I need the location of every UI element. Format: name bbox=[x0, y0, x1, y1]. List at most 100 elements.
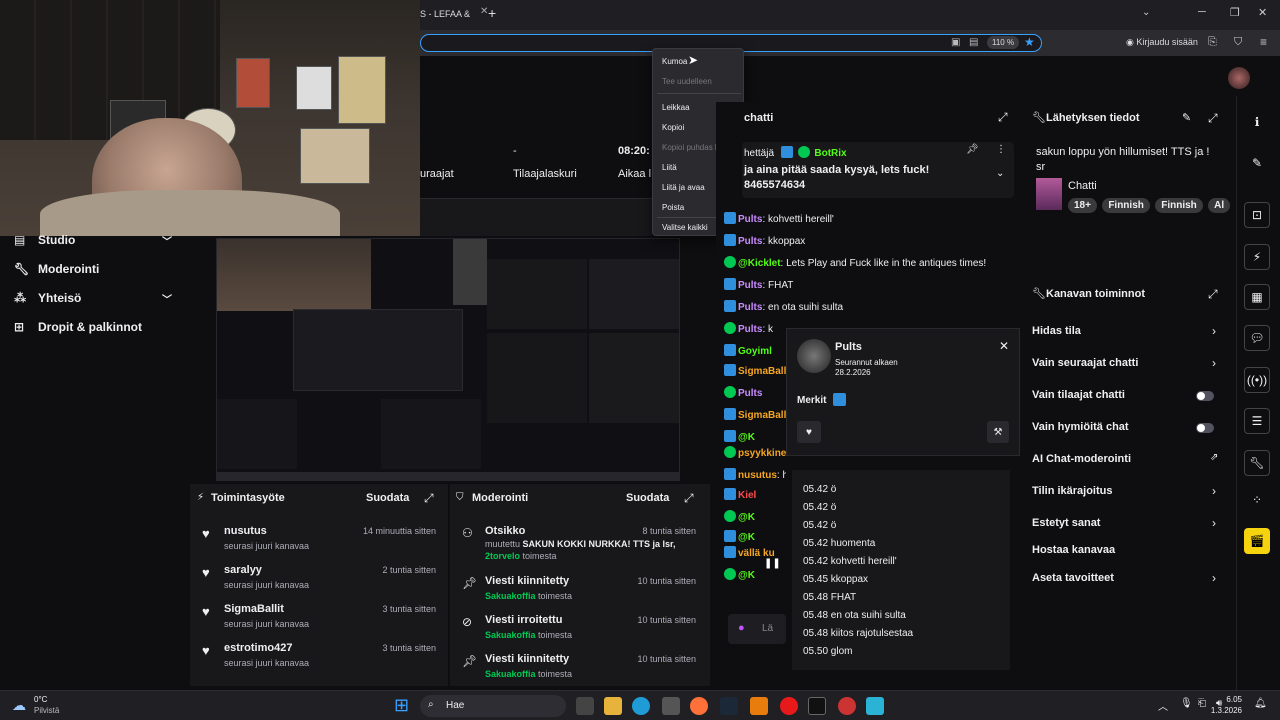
channel-action-row[interactable]: Hidas tila › bbox=[1024, 321, 1230, 343]
edge-icon[interactable] bbox=[632, 697, 650, 715]
new-tab-icon[interactable]: + bbox=[488, 5, 496, 21]
menu-item-copy[interactable]: Kopioi bbox=[662, 123, 684, 132]
activity-filter-button[interactable]: Suodata bbox=[366, 492, 409, 504]
chat-username[interactable]: Pults bbox=[738, 324, 762, 335]
avatar[interactable] bbox=[1228, 67, 1250, 89]
popout-icon[interactable]: ⤢ bbox=[684, 491, 694, 506]
chat-username[interactable]: @Kicklet bbox=[738, 258, 781, 269]
chat-username[interactable]: Pults bbox=[738, 280, 762, 291]
minimize-icon[interactable]: ─ bbox=[1198, 6, 1206, 18]
chat-username[interactable]: @K bbox=[738, 570, 755, 581]
opera-icon[interactable] bbox=[780, 697, 798, 715]
clapper-button[interactable]: 🎬︎ bbox=[1244, 528, 1270, 554]
menu-icon[interactable]: ≡ bbox=[1260, 35, 1267, 49]
chat-username[interactable]: Pults bbox=[738, 214, 762, 225]
activity-user[interactable]: nusutus bbox=[224, 525, 267, 537]
sidebar-item-yhteiso[interactable]: ⁂ Yhteisö ﹀ bbox=[0, 284, 190, 312]
activity-user[interactable]: SigmaBallit bbox=[224, 603, 284, 615]
chat-username[interactable]: SigmaBalli bbox=[738, 366, 789, 377]
chat-username[interactable]: SigmaBalli bbox=[738, 410, 789, 421]
chevron-down-icon[interactable]: ⌄ bbox=[996, 168, 1004, 179]
channel-action-row[interactable]: Vain seuraajat chatti › bbox=[1024, 353, 1230, 375]
task-view-icon[interactable] bbox=[576, 697, 594, 715]
sidebar-item-dropit[interactable]: ⊞ Dropit & palkinnot bbox=[0, 313, 190, 341]
bookmark-star-icon[interactable]: ★ bbox=[1024, 35, 1035, 49]
notes-button[interactable]: ▦ bbox=[1244, 284, 1270, 310]
mic-icon[interactable]: ● bbox=[738, 622, 745, 634]
sidebar-item-moderointi[interactable]: 🔧︎ Moderointi bbox=[0, 255, 190, 283]
channel-action-row[interactable]: Aseta tavoitteet › bbox=[1024, 568, 1230, 590]
store-icon[interactable] bbox=[662, 697, 680, 715]
chat-username[interactable]: psyykkiner bbox=[738, 448, 790, 459]
stream-preview[interactable] bbox=[216, 238, 680, 481]
moderation-item[interactable]: 📌︎ Viesti kiinnitetty 10 tuntia sitten Saku… bbox=[458, 574, 708, 612]
notepad-icon[interactable] bbox=[866, 697, 884, 715]
obs-icon[interactable] bbox=[838, 697, 856, 715]
terminal-icon[interactable] bbox=[808, 697, 826, 715]
moderation-item[interactable]: ⊘ Viesti irroitettu 10 tuntia sitten Sakuak… bbox=[458, 613, 708, 651]
screenshot-button[interactable]: ⊡ bbox=[1244, 202, 1270, 228]
network-icon[interactable]: ⎗ bbox=[1198, 698, 1206, 709]
channel-action-row[interactable]: Vain tilaajat chatti bbox=[1024, 385, 1230, 407]
pin-icon[interactable]: 📌︎ bbox=[966, 144, 979, 155]
menu-item-paste-go[interactable]: Liitä ja avaa bbox=[662, 183, 705, 192]
extensions-icon[interactable]: ⎘ bbox=[1208, 36, 1217, 49]
maximize-icon[interactable]: ❐ bbox=[1230, 6, 1240, 19]
reader-icon[interactable]: ▤ bbox=[969, 37, 978, 48]
channel-action-row[interactable]: Estetyt sanat › bbox=[1024, 513, 1230, 535]
menu-item-delete[interactable]: Poista bbox=[662, 203, 684, 212]
info-button[interactable]: ℹ bbox=[1244, 109, 1270, 135]
heart-button[interactable]: ♥ bbox=[797, 421, 821, 443]
login-button[interactable]: ◉ Kirjaudu sisään bbox=[1126, 37, 1198, 48]
chat-username[interactable]: @K bbox=[738, 532, 755, 543]
clock-time[interactable]: 6.05 bbox=[1222, 695, 1242, 704]
channel-action-row[interactable]: AI Chat-moderointi ⇗ bbox=[1024, 449, 1230, 471]
edit-icon[interactable]: ✎ bbox=[1182, 111, 1191, 124]
chat-username[interactable]: Pults bbox=[738, 302, 762, 313]
chat-username[interactable]: @K bbox=[738, 512, 755, 523]
moderation-actor-name[interactable]: 2torvelo bbox=[485, 551, 520, 561]
moderation-item[interactable]: 📌︎ Viesti kiinnitetty 10 tuntia sitten Saku… bbox=[458, 652, 708, 690]
chat-button[interactable]: 💬︎ bbox=[1244, 325, 1270, 351]
firefox-icon[interactable] bbox=[690, 697, 708, 715]
tag[interactable]: 18+ bbox=[1068, 198, 1097, 213]
vlc-icon[interactable] bbox=[750, 697, 768, 715]
zoom-level[interactable]: 110 % bbox=[987, 36, 1020, 49]
chat-username[interactable]: @K bbox=[738, 432, 755, 443]
picture-in-picture-icon[interactable]: ▣ bbox=[951, 37, 960, 48]
chat-username[interactable]: nusutus bbox=[738, 470, 777, 481]
moderation-actor-name[interactable]: Sakuakoffia bbox=[485, 591, 536, 601]
chat-username[interactable]: Pults bbox=[738, 388, 762, 399]
tools-button[interactable]: 🔧︎ bbox=[1244, 450, 1270, 476]
menu-item-redo[interactable]: Tee uudelleen bbox=[662, 77, 712, 86]
microphone-icon[interactable]: 🎙︎ bbox=[1180, 698, 1193, 709]
close-icon[interactable]: ✕ bbox=[999, 339, 1009, 353]
chat-input[interactable]: ● Lä bbox=[728, 614, 786, 644]
broadcast-button[interactable]: ((•)) bbox=[1244, 367, 1270, 393]
apps-button[interactable]: ⁘ bbox=[1244, 487, 1270, 513]
popout-icon[interactable]: ⤢ bbox=[424, 491, 434, 506]
activity-item[interactable]: ♥ saralyy seurasi juuri kanavaa 2 tuntia si… bbox=[196, 563, 446, 601]
menu-item-cut[interactable]: Leikkaa bbox=[662, 103, 690, 112]
taskbar-search[interactable]: ⌕ Hae bbox=[420, 695, 566, 717]
toggle-switch[interactable] bbox=[1196, 423, 1214, 433]
chat-username[interactable]: Kiel bbox=[738, 490, 756, 501]
chevron-up-icon[interactable]: ︿ bbox=[1158, 698, 1168, 713]
window-close-icon[interactable]: ✕ bbox=[1258, 6, 1267, 19]
browser-tab-title[interactable]: S - LEFAA & bbox=[420, 9, 470, 19]
tab-list-icon[interactable]: ⌄ bbox=[1142, 7, 1150, 18]
weather-temp[interactable]: 0°C bbox=[34, 695, 47, 704]
moderation-item[interactable]: ⚇ Otsikko 8 tuntia sitten muutettu SAKUN KO… bbox=[458, 524, 708, 562]
edit-button[interactable]: ✎ bbox=[1244, 150, 1270, 176]
activity-user[interactable]: saralyy bbox=[224, 564, 262, 576]
channel-action-row[interactable]: Vain hymiöitä chat bbox=[1024, 417, 1230, 439]
popout-icon[interactable]: ⤢ bbox=[1208, 287, 1218, 302]
moderation-actor-name[interactable]: Sakuakoffia bbox=[485, 630, 536, 640]
popout-icon[interactable]: ⤢ bbox=[1208, 111, 1218, 126]
channel-action-row[interactable]: Tilin ikärajoitus › bbox=[1024, 481, 1230, 503]
steam-icon[interactable] bbox=[720, 697, 738, 715]
shield-icon[interactable]: ⛉ bbox=[1234, 36, 1242, 49]
category-name[interactable]: Chatti bbox=[1068, 180, 1097, 192]
activity-item[interactable]: ♥ nusutus seurasi juuri kanavaa 14 minuutti… bbox=[196, 524, 446, 562]
moderation-actor-name[interactable]: Sakuakoffia bbox=[485, 669, 536, 679]
